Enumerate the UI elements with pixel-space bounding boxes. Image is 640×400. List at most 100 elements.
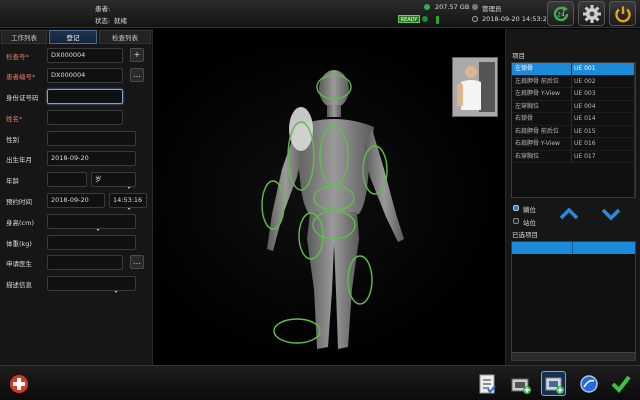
power-button[interactable] bbox=[609, 1, 636, 26]
list-item[interactable]: 右穿胸位 UE 017 bbox=[512, 150, 635, 163]
description-field[interactable] bbox=[47, 276, 136, 291]
appointment-date-picker[interactable]: 2018-09-20 bbox=[47, 193, 105, 208]
appointment-time-field[interactable]: 14:53:16 bbox=[109, 193, 147, 208]
user-icon bbox=[472, 4, 478, 10]
item-code: UE 002 bbox=[574, 77, 596, 85]
checklist-icon bbox=[479, 374, 496, 394]
item-name: 左穿胸位 bbox=[515, 102, 540, 110]
status-label: 状态: bbox=[95, 17, 111, 25]
selected-items-header bbox=[512, 242, 635, 254]
move-down-button[interactable] bbox=[600, 207, 622, 221]
list-scrollbar[interactable] bbox=[634, 63, 635, 197]
item-code: UE 015 bbox=[574, 127, 596, 135]
list-item[interactable]: 右肩胛骨 前后位 UE 015 bbox=[512, 125, 635, 138]
disk-icon bbox=[424, 4, 430, 10]
item-name: 左肩胛骨 Y-View bbox=[515, 90, 560, 97]
standing-label: 站位 bbox=[523, 219, 536, 227]
counter-text: 24 bbox=[557, 11, 565, 18]
region-left-foot[interactable] bbox=[273, 318, 321, 344]
name-field[interactable] bbox=[47, 110, 123, 125]
item-name: 右穿胸位 bbox=[515, 152, 540, 160]
weight-row: 体重(kg) bbox=[0, 235, 153, 251]
acquire-button[interactable] bbox=[541, 371, 566, 396]
ellipsis-icon: … bbox=[133, 70, 141, 79]
id-card-field[interactable] bbox=[47, 89, 123, 104]
item-name: 右锁骨 bbox=[515, 115, 534, 122]
birth-label: 出生年月 bbox=[6, 156, 32, 164]
name-label: 姓名* bbox=[6, 115, 23, 123]
medical-cross-icon bbox=[9, 374, 28, 393]
list-item[interactable]: 左锁骨 UE 001 bbox=[512, 63, 635, 76]
horizontal-scrollbar[interactable] bbox=[512, 352, 635, 360]
chevron-down-icon bbox=[601, 208, 621, 221]
height-row: 身高(cm) bbox=[0, 214, 153, 230]
doctor-select[interactable] bbox=[47, 255, 123, 270]
signal-icon bbox=[422, 16, 428, 22]
gender-label: 性别 bbox=[6, 136, 19, 144]
blue-circle-icon bbox=[579, 374, 598, 393]
ready-badge: READY bbox=[398, 15, 420, 23]
clock-icon bbox=[472, 16, 478, 22]
checklist-button[interactable] bbox=[474, 371, 499, 396]
item-code: UE 003 bbox=[574, 90, 596, 97]
scan-add-icon bbox=[511, 378, 531, 394]
doctor-more-button[interactable]: … bbox=[130, 255, 144, 269]
patient-no-field[interactable]: DX000004 bbox=[47, 68, 123, 83]
list-item[interactable]: 左肩胛骨 Y-View UE 003 bbox=[512, 88, 635, 101]
selected-items-list bbox=[511, 241, 636, 361]
weight-field[interactable] bbox=[47, 235, 136, 250]
name-row: 姓名* bbox=[0, 110, 153, 126]
item-code: UE 016 bbox=[574, 140, 596, 147]
gender-row: 性别 bbox=[0, 131, 153, 242]
refresh-button[interactable]: 24 bbox=[547, 1, 574, 26]
status-value: 就绪 bbox=[114, 17, 127, 25]
disk-free: 207.57 GB bbox=[435, 3, 470, 11]
add-patient-button[interactable] bbox=[6, 371, 31, 396]
exam-no-field[interactable]: DX000004 bbox=[47, 48, 123, 63]
user-name: 管理员 bbox=[482, 5, 502, 13]
height-label: 身高(cm) bbox=[6, 219, 34, 227]
standing-checkbox[interactable] bbox=[513, 218, 519, 224]
doctor-row: 申请医生 … bbox=[0, 255, 153, 271]
acquire-image-icon bbox=[545, 377, 564, 394]
appointment-label: 预约时间 bbox=[6, 198, 32, 206]
items-title: 项目 bbox=[512, 52, 525, 60]
exam-items-panel: 项目 左锁骨 UE 001 左肩胛骨 前后位 UE 002 左肩胛骨 Y-View U… bbox=[505, 29, 640, 365]
tab-worklist[interactable]: 工作列表 bbox=[1, 30, 47, 44]
scan-add-button[interactable] bbox=[508, 371, 533, 396]
item-name: 右肩胛骨 Y-View bbox=[515, 140, 560, 147]
age-field[interactable] bbox=[47, 172, 87, 187]
gender-select[interactable] bbox=[47, 131, 136, 146]
item-name: 右肩胛骨 前后位 bbox=[515, 127, 559, 135]
add-exam-button[interactable]: + bbox=[130, 48, 144, 62]
tab-exam-list[interactable]: 检查列表 bbox=[99, 30, 151, 44]
move-up-button[interactable] bbox=[558, 207, 580, 221]
patient-no-row: 患者编号* DX000004 … bbox=[0, 68, 153, 84]
item-code: UE 017 bbox=[574, 152, 596, 160]
cancel-exam-button[interactable] bbox=[576, 371, 601, 396]
patient-position-thumbnail bbox=[453, 58, 497, 116]
description-label: 描述信息 bbox=[6, 281, 32, 289]
chevron-up-icon bbox=[559, 207, 579, 220]
description-row: 描述信息 bbox=[0, 276, 153, 292]
appointment-row: 预约时间 2018-09-20 14:53:16 bbox=[0, 193, 153, 209]
items-list: 左锁骨 UE 001 左肩胛骨 前后位 UE 002 左肩胛骨 Y-View UE 0… bbox=[511, 62, 636, 198]
browse-patient-button[interactable]: … bbox=[130, 68, 144, 82]
age-unit-select[interactable]: 岁 bbox=[91, 172, 136, 187]
battery-icon bbox=[436, 16, 439, 24]
item-name: 左锁骨 bbox=[515, 65, 534, 72]
list-item[interactable]: 右肩胛骨 Y-View UE 016 bbox=[512, 138, 635, 151]
ellipsis-icon: … bbox=[133, 257, 141, 266]
power-icon bbox=[614, 6, 631, 22]
height-field[interactable] bbox=[47, 214, 136, 229]
registration-panel: 工作列表 登记 检查列表 检查号* DX000004 + 患者编号* DX000… bbox=[0, 29, 153, 365]
birth-date-picker[interactable]: 2018-09-20 bbox=[47, 151, 136, 166]
confirm-button[interactable] bbox=[608, 371, 633, 396]
list-item[interactable]: 右锁骨 UE 014 bbox=[512, 113, 635, 126]
settings-button[interactable] bbox=[578, 1, 605, 26]
list-item[interactable]: 左穿胸位 UE 004 bbox=[512, 100, 635, 113]
list-item[interactable]: 左肩胛骨 前后位 UE 002 bbox=[512, 75, 635, 88]
tab-register[interactable]: 登记 bbox=[49, 30, 97, 44]
lying-checkbox[interactable] bbox=[513, 205, 519, 211]
refresh-icon: 24 bbox=[553, 5, 568, 21]
